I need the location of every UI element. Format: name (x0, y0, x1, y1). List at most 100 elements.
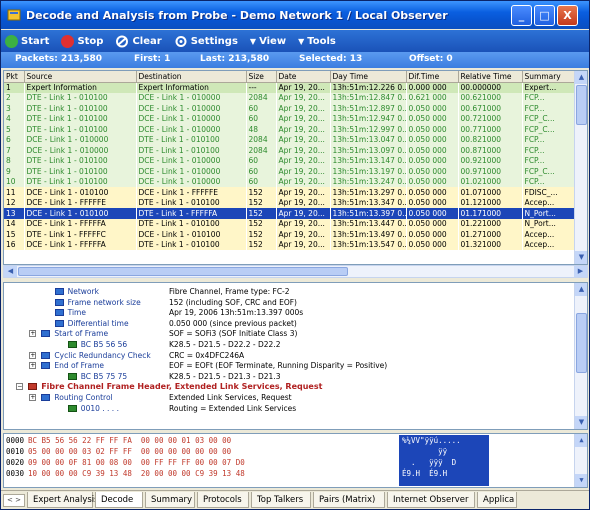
decode-tree-node[interactable]: BC B5 75 75 K28.5 - D21.5 - D21.3 - D21.3 (4, 372, 564, 382)
packet-cell-pkt: 7 (4, 145, 24, 156)
packet-cell-dif: 0.050 000 (406, 239, 458, 250)
packet-cell-rel: 00.821000 (458, 134, 522, 145)
decode-tree-node[interactable]: BC B5 56 56 K28.5 - D21.5 - D22.2 - D22.2 (4, 340, 564, 350)
title-bar[interactable]: Decode and Analysis from Probe - Demo Ne… (1, 1, 589, 29)
hex-ascii[interactable]: É9.H É9.H (402, 469, 447, 478)
tab-top-talkers[interactable]: Top Talkers (251, 492, 311, 508)
column-header[interactable]: Pkt (4, 71, 25, 83)
scroll-thumb[interactable] (576, 313, 587, 373)
decode-tree-node[interactable]: + Cyclic Redundancy Check CRC = 0x4DFC246A (4, 351, 564, 361)
scroll-up-icon[interactable]: ▲ (575, 71, 587, 84)
packet-cell-dst: DTE - Link 1 - 010100 (136, 218, 246, 229)
packet-row[interactable]: 1 Expert Information Expert Information ---… (4, 82, 575, 93)
tab-pairs-matrix-[interactable]: Pairs (Matrix) (313, 492, 385, 508)
hex-bytes[interactable]: 05 00 00 00 03 02 FF FF 00 00 00 00 00 0… (28, 447, 231, 456)
packet-row[interactable]: 3 DTE - Link 1 - 010100 DCE - Link 1 - 010… (4, 103, 575, 114)
scroll-left-icon[interactable]: ◀ (4, 266, 17, 277)
hex-dump-pane[interactable]: ▲ ▼ 0000 BC B5 56 56 22 FF FF FA 00 00 00… (3, 433, 588, 488)
packet-list-vscroll[interactable]: ▲ ▼ (574, 71, 587, 264)
packet-row[interactable]: 2 DTE - Link 1 - 010100 DCE - Link 1 - 010… (4, 92, 575, 103)
expand-toggle-icon[interactable]: − (16, 383, 24, 391)
hex-ascii[interactable]: . ÿÿÿ D (402, 458, 456, 467)
hscroll-thumb[interactable] (18, 267, 348, 276)
expand-toggle-icon[interactable]: + (29, 351, 37, 359)
decode-tree-node[interactable]: + Start of Frame SOF = SOFi3 (SOF Initiate… (4, 329, 564, 339)
packet-row[interactable]: 6 DCE - Link 1 - 010000 DTE - Link 1 - 010… (4, 134, 575, 145)
packet-row[interactable]: 7 DCE - Link 1 - 010000 DTE - Link 1 - 010… (4, 145, 575, 156)
packet-row[interactable]: 13 DCE - Link 1 - 010100 DTE - Link 1 - FF… (4, 208, 575, 219)
decode-tree-node[interactable]: + End of Frame EOF = EOFt (EOF Terminate, … (4, 361, 564, 371)
packet-cell-date: Apr 19, 20... (276, 197, 330, 208)
decode-tree-node[interactable]: − Fibre Channel Frame Header, Extended Li… (4, 382, 564, 392)
hex-ascii[interactable]: ÿÿ (402, 447, 447, 456)
decode-tree-node[interactable]: + Routing Control Extended Link Services, … (4, 393, 564, 403)
packet-list[interactable]: Pkt Source Destination Size Date Day Time Dif.… (3, 70, 588, 265)
packet-row[interactable]: 5 DTE - Link 1 - 010100 DCE - Link 1 - 010… (4, 124, 575, 135)
decode-tree-node[interactable]: Time Apr 19, 2006 13h:51m:13.397 000s (4, 308, 564, 318)
packet-row[interactable]: 4 DTE - Link 1 - 010100 DCE - Link 1 - 010… (4, 113, 575, 124)
decode-tree-node[interactable]: 0010 . . . . Routing = Extended Link Serv… (4, 404, 564, 414)
scroll-up-icon[interactable]: ▲ (575, 283, 587, 296)
decode-field-value: K28.5 - D21.5 - D22.2 - D22.2 (169, 340, 281, 349)
column-header[interactable]: Size (246, 71, 277, 83)
hex-bytes[interactable]: 10 00 00 00 C9 39 13 48 20 00 00 00 C9 3… (28, 469, 245, 478)
decode-tree-node[interactable]: Network Fibre Channel, Frame type: FC-2 (4, 287, 564, 297)
scroll-down-icon[interactable]: ▼ (575, 474, 587, 487)
tools-menu[interactable]: ▼ Tools (298, 36, 336, 47)
tab-internet-observer[interactable]: Internet Observer (387, 492, 475, 508)
packet-row[interactable]: 8 DTE - Link 1 - 010100 DCE - Link 1 - 010… (4, 155, 575, 166)
packet-cell-size: 60 (246, 113, 276, 124)
column-header[interactable]: Dif.Time (406, 71, 459, 83)
packet-cell-time: 13h:51m:13.147 0... (330, 155, 406, 166)
hex-vscroll[interactable]: ▲ ▼ (574, 434, 587, 487)
tab-decode[interactable]: Decode (95, 492, 143, 508)
packet-row[interactable]: 14 DCE - Link 1 - FFFFFA DTE - Link 1 - 01… (4, 218, 575, 229)
start-button[interactable]: Start (5, 34, 49, 48)
expand-toggle-icon[interactable]: + (29, 330, 37, 338)
view-menu[interactable]: ▼ View (250, 36, 286, 47)
tab-summary[interactable]: Summary (145, 492, 195, 508)
column-header[interactable]: Summary (522, 71, 576, 83)
hex-bytes[interactable]: 09 00 00 0F 81 00 08 00 00 FF FF FF 00 0… (28, 458, 245, 467)
packet-cell-rel: 00.921000 (458, 155, 522, 166)
packet-row[interactable]: 9 DTE - Link 1 - 010100 DCE - Link 1 - 010… (4, 166, 575, 177)
scroll-down-icon[interactable]: ▼ (575, 251, 587, 264)
decode-vscroll[interactable]: ▲ ▼ (574, 283, 587, 429)
maximize-button[interactable]: □ (534, 5, 555, 26)
hex-ascii[interactable]: %¼VV"ÿÿú..... (402, 436, 461, 445)
tab-expert-analysis[interactable]: Expert Analysis (27, 492, 99, 508)
column-header[interactable]: Destination (136, 71, 247, 83)
minimize-button[interactable]: _ (511, 5, 532, 26)
packet-list-hscroll[interactable]: ◀ ▶ (3, 265, 588, 278)
packet-cell-time: 13h:51m:13.347 0... (330, 197, 406, 208)
decode-tree-node[interactable]: Frame network size 152 (including SOF, CR… (4, 298, 564, 308)
scroll-right-icon[interactable]: ▶ (574, 266, 587, 277)
hex-bytes[interactable]: BC B5 56 56 22 FF FF FA 00 00 00 01 03 0… (28, 436, 231, 445)
packet-row[interactable]: 10 DTE - Link 1 - 010100 DCE - Link 1 - 01… (4, 176, 575, 187)
clear-button[interactable]: Clear (115, 35, 162, 48)
packet-row[interactable]: 12 DCE - Link 1 - FFFFFE DTE - Link 1 - 01… (4, 197, 575, 208)
close-button[interactable]: X (557, 5, 578, 26)
packet-cell-dif: 0.050 000 (406, 103, 458, 114)
column-header[interactable]: Day Time (330, 71, 407, 83)
decode-tree-node[interactable]: Differential time 0.050 000 (since previo… (4, 319, 564, 329)
tab-applica[interactable]: Applica (477, 492, 517, 508)
column-header[interactable]: Relative Time (458, 71, 523, 83)
tab-protocols[interactable]: Protocols (197, 492, 249, 508)
scroll-up-icon[interactable]: ▲ (575, 434, 587, 447)
tree-node-icon (41, 362, 51, 370)
decode-tree-pane[interactable]: ▲ ▼ Network Fibre Channel, Frame type: FC… (3, 282, 588, 430)
scroll-thumb[interactable] (576, 85, 587, 125)
column-header[interactable]: Date (276, 71, 331, 83)
expand-toggle-icon[interactable]: + (29, 362, 37, 370)
packet-row[interactable]: 16 DCE - Link 1 - FFFFFA DTE - Link 1 - 01… (4, 239, 575, 250)
tab-scroll-arrows[interactable]: < > (3, 494, 25, 507)
packet-row[interactable]: 11 DCE - Link 1 - 010100 DCE - Link 1 - FF… (4, 187, 575, 198)
settings-button[interactable]: Settings (174, 35, 238, 48)
column-header[interactable]: Source (24, 71, 137, 83)
expand-toggle-icon[interactable]: + (29, 394, 37, 401)
packet-row[interactable]: 15 DTE - Link 1 - FFFFFC DCE - Link 1 - 01… (4, 229, 575, 240)
decode-field-label: Network (67, 287, 99, 296)
scroll-down-icon[interactable]: ▼ (575, 416, 587, 429)
stop-button[interactable]: Stop (61, 34, 103, 48)
